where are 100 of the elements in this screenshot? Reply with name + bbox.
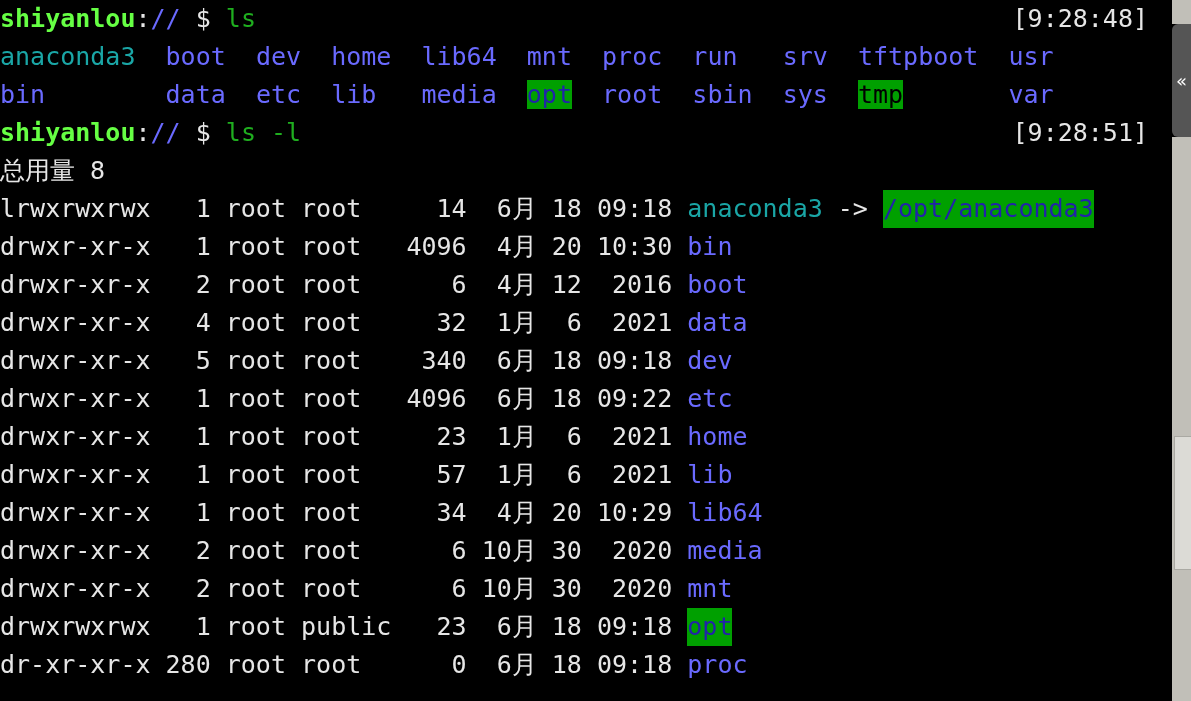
month: 4月 [495,497,537,529]
directory-name: proc [687,649,748,681]
directory-name: media [687,535,763,567]
group: public [301,608,392,646]
group: root [301,532,392,570]
group: root [301,190,392,228]
file-size: 57 [435,459,467,491]
time-or-year: 09:22 [596,383,673,415]
permissions: drwxr-xr-x [0,535,151,567]
directory-name: var [1008,80,1054,109]
day: 20 [551,494,582,532]
prompt: shiyanlou:// $ ls [0,3,256,35]
day: 18 [551,646,582,684]
time-or-year: 2020 [611,535,673,567]
scrollbar-thumb[interactable] [1174,436,1191,570]
permissions: drwxr-xr-x [0,421,151,453]
directory-name: boot [687,269,748,301]
owner: root [225,193,286,225]
group: root [301,342,392,380]
owner: root [225,231,286,263]
directory-name: dev [255,42,302,71]
link-count: 5 [194,345,211,377]
collapse-panel-tab[interactable]: « [1172,24,1191,137]
time-or-year: 09:18 [596,611,673,643]
owner: root [225,307,286,339]
directory-name: media [421,80,497,109]
directory-name: home [331,42,392,71]
file-size: 23 [435,611,467,643]
permissions: drwxrwxrwx [0,611,151,643]
file-size: 340 [420,345,467,377]
day: 20 [551,228,582,266]
day: 18 [551,190,582,228]
directory-name: etc [255,80,302,109]
directory-name: srv [782,42,828,71]
day: 18 [551,342,582,380]
month: 10月 [481,535,537,567]
time-or-year: 2021 [611,307,673,339]
month: 1月 [495,459,537,491]
group: root [301,646,392,684]
month: 6月 [495,193,537,225]
day: 18 [551,608,582,646]
time-or-year: 10:30 [596,231,673,263]
scrollbar-cap [1172,0,1191,24]
file-size: 14 [435,193,467,225]
owner: root [225,535,286,567]
time-or-year: 2016 [611,269,673,301]
directory-name: usr [1008,42,1054,71]
directory-name: bin [687,231,733,263]
file-size: 6 [450,573,467,605]
group: root [301,494,392,532]
directory-name: root [602,80,663,109]
day: 30 [551,532,582,570]
time-or-year: 2020 [611,573,673,605]
owner: root [225,269,286,301]
file-size: 6 [450,269,467,301]
directory-name: sys [782,80,828,109]
link-count: 1 [194,497,211,529]
group: root [301,266,392,304]
day: 6 [551,304,582,342]
directory-name: proc [602,42,663,71]
directory-name: tftpboot [857,42,979,71]
timestamp: [9:28:48] [1012,3,1148,35]
owner: root [225,383,286,415]
directory-name: run [692,42,738,71]
permissions: dr-xr-xr-x [0,649,151,681]
file-size: 6 [450,535,467,567]
file-size: 4096 [406,231,467,263]
directory-name: lib [687,459,733,491]
link-count: 2 [194,535,211,567]
directory-name: boot [165,42,226,71]
directory-name: lib64 [687,497,763,529]
file-size: 0 [450,649,467,681]
link-count: 2 [194,269,211,301]
directory-name: mnt [687,573,733,605]
scrollbar[interactable] [1172,137,1191,701]
directory-name: data [687,307,748,339]
permissions: drwxr-xr-x [0,573,151,605]
link-target: /opt/anaconda3 [882,190,1094,228]
permissions: drwxr-xr-x [0,459,151,491]
link-count: 280 [165,649,211,681]
owner: root [225,573,286,605]
group: root [301,418,392,456]
link-count: 1 [194,459,211,491]
month: 6月 [495,345,537,377]
directory-name: opt [526,80,572,109]
owner: root [225,649,286,681]
directory-name: lib [331,80,377,109]
file-size: 23 [435,421,467,453]
group: root [301,570,392,608]
symlink-name: anaconda3 [0,42,136,71]
permissions: drwxr-xr-x [0,383,151,415]
month: 6月 [495,383,537,415]
link-count: 2 [194,573,211,605]
directory-name: dev [687,345,733,377]
permissions: drwxr-xr-x [0,345,151,377]
time-or-year: 09:18 [596,193,673,225]
file-size: 4096 [406,383,467,415]
day: 6 [551,418,582,456]
directory-name: tmp [857,80,904,109]
owner: root [225,497,286,529]
